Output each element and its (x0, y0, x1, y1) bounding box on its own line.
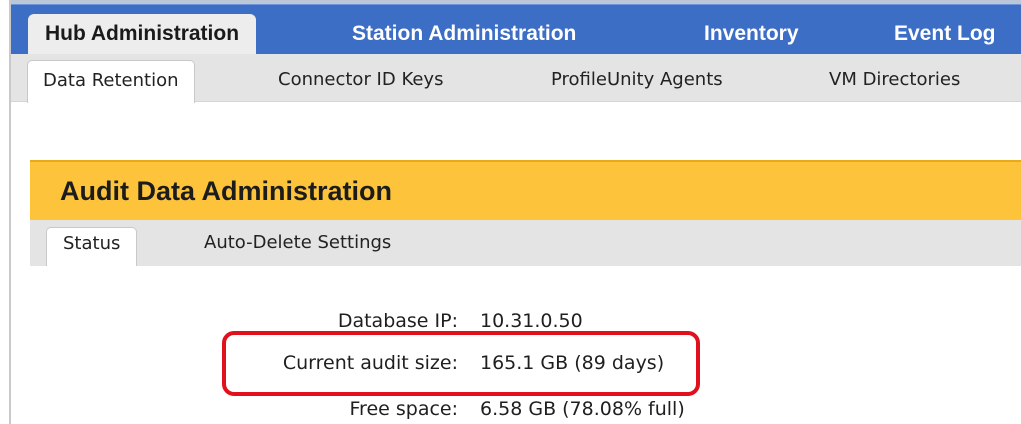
tab-station-administration[interactable]: Station Administration (352, 14, 576, 55)
tab-inventory[interactable]: Inventory (704, 14, 799, 55)
tab-data-retention[interactable]: Data Retention (27, 60, 195, 103)
panel-title: Audit Data Administration (60, 176, 393, 206)
panel-header: Audit Data Administration (30, 160, 1021, 220)
tab-connector-id-keys[interactable]: Connector ID Keys (278, 60, 443, 103)
highlight-annotation (222, 331, 700, 396)
main-nav: Hub Administration Station Administratio… (11, 4, 1021, 55)
free-space-label: Free space: (349, 398, 459, 420)
tab-status[interactable]: Status (46, 227, 138, 267)
tab-profileunity-agents[interactable]: ProfileUnity Agents (551, 60, 723, 103)
tab-hub-administration[interactable]: Hub Administration (28, 14, 257, 55)
sub-nav: Data Retention Connector ID Keys Profile… (11, 54, 1021, 103)
free-space-value: 6.58 GB (78.08% full) (480, 398, 685, 420)
panel-tabs: Status Auto-Delete Settings (30, 220, 1021, 267)
status-row-free-space: Free space: 6.58 GB (78.08% full) (0, 394, 1021, 424)
tab-auto-delete-settings[interactable]: Auto-Delete Settings (204, 227, 391, 267)
tab-vm-directories[interactable]: VM Directories (829, 60, 960, 103)
tab-event-log[interactable]: Event Log (894, 14, 996, 55)
